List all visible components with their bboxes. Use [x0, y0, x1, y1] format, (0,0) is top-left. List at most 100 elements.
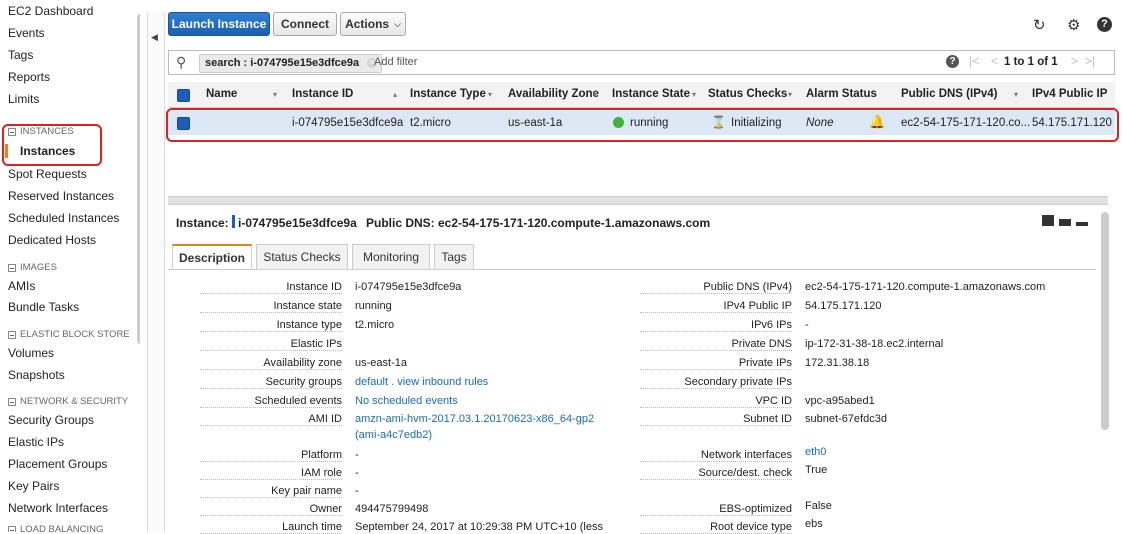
sidebar-item-elastic-ips[interactable]: Elastic IPs [8, 435, 64, 449]
layout-split-icon[interactable] [1059, 215, 1071, 226]
label-vpc-id: VPC ID [640, 395, 792, 408]
sidebar-item-volumes[interactable]: Volumes [8, 346, 54, 360]
sidebar-item-scheduled-instances[interactable]: Scheduled Instances [8, 211, 119, 225]
gear-icon[interactable]: ⚙ [1067, 16, 1080, 34]
value-instance-id: i-074795e15e3dfce9a [355, 281, 462, 293]
sidebar-collapse-handle[interactable]: ◀ [147, 12, 165, 532]
detail-public-dns: Public DNS: ec2-54-175-171-120.compute-1… [366, 216, 711, 230]
value-ipv4-public-ip: 54.175.171.120 [805, 300, 882, 312]
label-instance-id: Instance ID [200, 281, 342, 294]
sidebar-item-reserved-instances[interactable]: Reserved Instances [8, 189, 114, 203]
column-instance-type[interactable]: Instance Type [410, 88, 486, 100]
sidebar-item-key-pairs[interactable]: Key Pairs [8, 479, 59, 493]
column-ipv4-public-ip[interactable]: IPv4 Public IP [1032, 88, 1107, 100]
tab-tags[interactable]: Tags [434, 244, 474, 269]
label-network-interfaces: Network interfaces [640, 449, 792, 462]
tab-status-checks[interactable]: Status Checks [256, 244, 348, 269]
section-ebs[interactable]: ELASTIC BLOCK STORE [8, 329, 130, 340]
value-ipv6-ips: - [805, 319, 809, 331]
pagination-label: 1 to 1 of 1 [1004, 56, 1058, 68]
collapse-icon[interactable] [8, 397, 16, 406]
sort-icon[interactable]: ▾ [593, 90, 597, 99]
collapse-icon[interactable] [8, 525, 16, 532]
first-page-icon[interactable]: |< [969, 54, 979, 68]
ami-id-link-line2[interactable]: (ami-a4c7edb2) [355, 429, 432, 441]
label-ipv6-ips: IPv6 IPs [640, 319, 792, 332]
value-key-pair-name: - [355, 485, 359, 497]
sort-asc-icon[interactable]: ▴ [393, 90, 397, 99]
sort-icon[interactable]: ▾ [692, 90, 696, 99]
label-security-groups: Security groups [200, 376, 342, 389]
column-status-checks[interactable]: Status Checks [708, 88, 787, 100]
sidebar-item-tags[interactable]: Tags [8, 48, 33, 62]
sidebar-item-bundle-tasks[interactable]: Bundle Tasks [8, 300, 79, 314]
value-vpc-id: vpc-a95abed1 [805, 395, 875, 407]
connect-button[interactable]: Connect [273, 12, 337, 36]
next-page-icon[interactable]: > [1071, 54, 1078, 68]
sort-icon[interactable]: ▾ [273, 90, 277, 99]
sort-icon[interactable]: ▾ [488, 90, 492, 99]
filter-token-label: search : i-074795e15e3dfce9a [205, 57, 360, 69]
label-ami-id: AMI ID [200, 413, 342, 426]
sort-icon[interactable]: ▾ [788, 90, 792, 99]
last-page-icon[interactable]: >| [1085, 54, 1095, 68]
sidebar-item-placement-groups[interactable]: Placement Groups [8, 457, 107, 471]
label-platform: Platform [200, 449, 342, 462]
sidebar-item-limits[interactable]: Limits [8, 92, 39, 106]
tab-description[interactable]: Description [172, 244, 252, 270]
refresh-icon[interactable]: ↻ [1033, 16, 1046, 34]
column-instance-id[interactable]: Instance ID [292, 88, 353, 100]
detail-scrollbar[interactable] [1101, 212, 1109, 430]
help-icon[interactable]: ? [946, 55, 959, 68]
label-private-dns: Private DNS [640, 338, 792, 351]
column-public-dns[interactable]: Public DNS (IPv4) [901, 88, 998, 100]
layout-full-icon[interactable] [1042, 215, 1054, 226]
section-images[interactable]: IMAGES [8, 262, 57, 273]
instance-marker-icon [232, 215, 235, 228]
value-ebs-optimized: False [805, 500, 832, 512]
search-input[interactable]: Add filter [374, 56, 417, 68]
sidebar-item-snapshots[interactable]: Snapshots [8, 368, 65, 382]
security-groups-link[interactable]: default . view inbound rules [355, 376, 488, 388]
layout-min-icon[interactable] [1076, 215, 1088, 226]
column-alarm-status[interactable]: Alarm Status [806, 88, 877, 100]
section-title: IMAGES [20, 262, 57, 273]
filter-token[interactable]: search : i-074795e15e3dfce9a × [199, 54, 383, 73]
sidebar-item-events[interactable]: Events [8, 26, 45, 40]
chevron-left-icon: ◀ [151, 32, 158, 42]
sidebar-item-amis[interactable]: AMIs [8, 279, 35, 293]
tab-monitoring[interactable]: Monitoring [352, 244, 430, 269]
label-iam-role: IAM role [200, 467, 342, 480]
network-interface-link[interactable]: eth0 [805, 446, 826, 458]
sidebar-item-ec2-dashboard[interactable]: EC2 Dashboard [8, 4, 93, 18]
sort-icon[interactable]: ▾ [1014, 90, 1018, 99]
column-instance-state[interactable]: Instance State [612, 88, 690, 100]
sidebar-scrollbar[interactable] [137, 14, 140, 344]
label-ebs-optimized: EBS-optimized [640, 503, 792, 516]
sidebar-item-security-groups[interactable]: Security Groups [8, 413, 94, 427]
prev-page-icon[interactable]: < [991, 54, 998, 68]
value-root-device-type: ebs [805, 518, 823, 530]
sidebar-item-spot-requests[interactable]: Spot Requests [8, 167, 87, 181]
column-availability-zone[interactable]: Availability Zone [508, 88, 599, 100]
sidebar-item-reports[interactable]: Reports [8, 70, 50, 84]
select-all-checkbox[interactable] [177, 89, 190, 102]
section-network-security[interactable]: NETWORK & SECURITY [8, 396, 128, 407]
sidebar-item-dedicated-hosts[interactable]: Dedicated Hosts [8, 233, 96, 247]
scheduled-events-link[interactable]: No scheduled events [355, 395, 458, 407]
value-source-dest-check: True [805, 464, 828, 476]
section-load-balancing[interactable]: LOAD BALANCING [8, 524, 103, 532]
label-owner: Owner [200, 503, 342, 516]
actions-button[interactable]: Actions ⌵ [340, 12, 406, 36]
pane-splitter[interactable] [168, 196, 1108, 205]
launch-instance-button[interactable]: Launch Instance [168, 12, 270, 36]
section-title: NETWORK & SECURITY [20, 396, 129, 407]
ami-id-link[interactable]: amzn-ami-hvm-2017.03.1.20170623-x86_64-g… [355, 413, 594, 425]
detail-instance-id: i-074795e15e3dfce9a [238, 216, 357, 230]
value-instance-type: t2.micro [355, 319, 395, 331]
collapse-icon[interactable] [8, 263, 16, 272]
column-name[interactable]: Name [206, 88, 237, 100]
help-icon[interactable]: ? [1097, 17, 1112, 32]
sidebar-item-network-interfaces[interactable]: Network Interfaces [8, 501, 108, 515]
collapse-icon[interactable] [8, 330, 16, 339]
